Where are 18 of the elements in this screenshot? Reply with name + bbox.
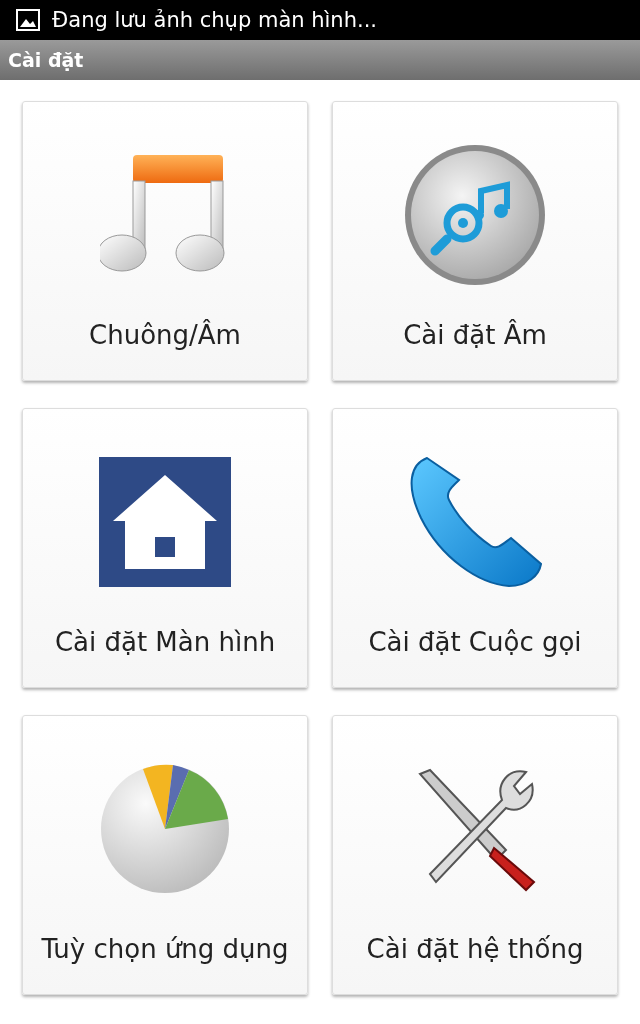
tile-label: Chuông/Âm [89,320,241,350]
image-icon [16,9,40,31]
pie-chart-icon [99,763,231,895]
settings-tile[interactable]: Cài đặt Âm [332,101,618,381]
tile-label: Cài đặt Âm [403,320,547,350]
tile-label: Cài đặt Cuộc gọi [368,627,582,657]
settings-tile[interactable]: Cài đặt Màn hình [22,408,308,688]
house-icon [99,457,231,587]
sound-search-icon [403,143,547,287]
settings-tile[interactable]: Cài đặt Cuộc gọi [332,408,618,688]
settings-tile[interactable]: Chuông/Âm [22,101,308,381]
settings-tile[interactable]: Cài đặt hệ thống [332,715,618,995]
tile-label: Cài đặt hệ thống [366,934,584,964]
notification-text: Đang lưu ảnh chụp màn hình... [52,8,378,32]
tile-label: Cài đặt Màn hình [54,627,276,657]
screen-title: Cài đặt [8,49,84,71]
settings-tile[interactable]: Tuỳ chọn ứng dụng [22,715,308,995]
tile-label: Tuỳ chọn ứng dụng [41,934,289,964]
